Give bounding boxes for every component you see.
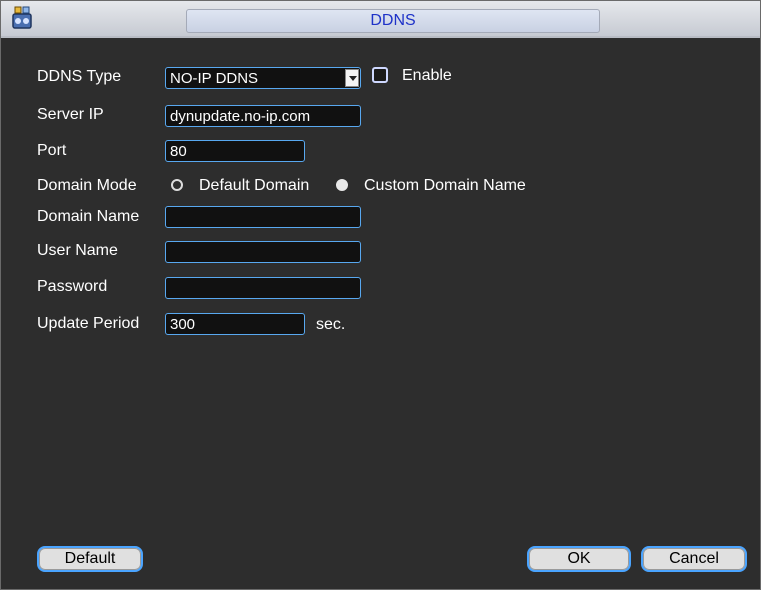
default-domain-radio[interactable] xyxy=(171,179,183,191)
app-icon xyxy=(12,6,32,29)
port-field[interactable]: 80 xyxy=(165,140,305,162)
window-title: DDNS xyxy=(186,9,600,33)
enable-label: Enable xyxy=(402,67,452,84)
custom-domain-label: Custom Domain Name xyxy=(364,177,526,194)
password-label: Password xyxy=(37,278,108,295)
cancel-button[interactable]: Cancel xyxy=(641,546,747,572)
update-period-field[interactable]: 300 xyxy=(165,313,305,335)
update-period-unit: sec. xyxy=(316,316,346,333)
user-name-label: User Name xyxy=(37,242,118,259)
ddns-type-label: DDNS Type xyxy=(37,68,122,85)
title-bar: DDNS xyxy=(1,1,760,38)
user-name-field[interactable] xyxy=(165,241,361,263)
custom-domain-radio[interactable] xyxy=(336,179,348,191)
port-label: Port xyxy=(37,142,67,159)
ddns-dialog: DDNS DDNS Type NO-IP DDNS Enable Server … xyxy=(0,0,761,590)
ok-button[interactable]: OK xyxy=(527,546,631,572)
domain-name-label: Domain Name xyxy=(37,208,140,225)
password-field[interactable] xyxy=(165,277,361,299)
server-ip-label: Server IP xyxy=(37,106,104,123)
default-domain-label: Default Domain xyxy=(199,177,310,194)
enable-checkbox[interactable] xyxy=(372,67,388,83)
ddns-type-select[interactable]: NO-IP DDNS xyxy=(165,67,361,89)
domain-name-field[interactable] xyxy=(165,206,361,228)
server-ip-field[interactable]: dynupdate.no-ip.com xyxy=(165,105,361,127)
chevron-down-icon[interactable] xyxy=(345,69,359,87)
ddns-type-value: NO-IP DDNS xyxy=(170,70,259,87)
update-period-label: Update Period xyxy=(37,315,140,332)
default-button[interactable]: Default xyxy=(37,546,143,572)
domain-mode-label: Domain Mode xyxy=(37,177,137,194)
